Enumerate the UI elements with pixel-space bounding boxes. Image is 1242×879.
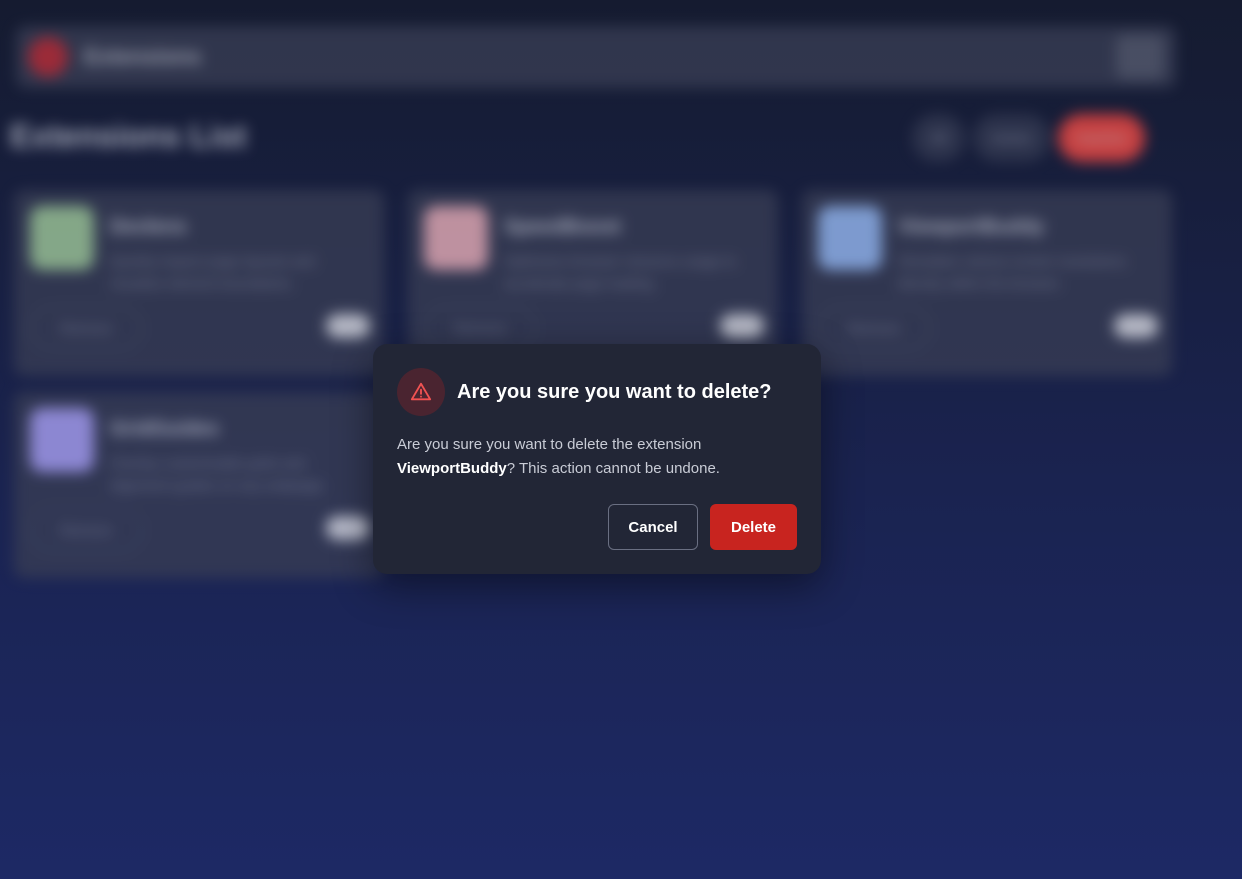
devlens-icon [30, 206, 94, 270]
extension-name: SpeedBoost [504, 216, 621, 238]
extension-description: Optimizes browser resource usage to acce… [504, 253, 736, 291]
remove-button[interactable]: Remove [30, 306, 142, 350]
extension-card: Devlens Quickly inspect page layouts and… [14, 190, 384, 376]
app-title: Extensions [84, 44, 202, 69]
extension-toggle[interactable] [1114, 314, 1158, 338]
extension-name: ViewportBuddy [898, 216, 1045, 238]
filter-group: All Active Inactive [912, 114, 1146, 162]
extension-toggle[interactable] [326, 314, 370, 338]
delete-confirm-dialog: Are you sure you want to delete? Are you… [373, 344, 821, 574]
message-suffix: ? This action cannot be undone. [506, 460, 720, 477]
extension-card: GridGuides Overlay customizable grids an… [14, 392, 384, 578]
remove-button[interactable]: Remove [818, 306, 930, 350]
extension-name-highlight: ViewportBuddy [397, 460, 507, 477]
extension-description: Simulates various screen resolutions dir… [898, 253, 1126, 291]
top-bar: Extensions [16, 26, 1176, 88]
filter-all[interactable]: All [912, 114, 965, 162]
warning-icon-badge [397, 368, 445, 416]
gridguides-icon [30, 408, 94, 472]
dialog-header: Are you sure you want to delete? [397, 368, 797, 416]
dialog-title: Are you sure you want to delete? [457, 380, 772, 403]
extension-toggle[interactable] [720, 314, 764, 338]
extension-toggle[interactable] [326, 516, 370, 540]
extension-name: GridGuides [110, 418, 219, 440]
message-prefix: Are you sure you want to delete the exte… [397, 436, 702, 453]
cancel-button[interactable]: Cancel [608, 504, 698, 550]
extension-description: Quickly inspect page layouts and visuali… [110, 253, 315, 291]
filter-active[interactable]: Active [972, 114, 1050, 162]
app-logo [28, 37, 68, 77]
dialog-actions: Cancel Delete [608, 504, 797, 550]
theme-toggle-button[interactable] [1116, 35, 1164, 79]
extension-description: Overlay customizable grids and alignment… [110, 455, 327, 493]
delete-button[interactable]: Delete [710, 504, 797, 550]
warning-icon [410, 382, 432, 401]
remove-button[interactable]: Remove [30, 508, 142, 552]
page-title: Extensions List [10, 118, 247, 154]
dialog-message: Are you sure you want to delete the exte… [397, 433, 797, 481]
extension-card: ViewportBuddy Simulates various screen r… [802, 190, 1172, 376]
filter-inactive[interactable]: Inactive [1057, 114, 1146, 162]
speedboost-icon [424, 206, 488, 270]
extension-name: Devlens [110, 216, 187, 238]
viewportbuddy-icon [818, 206, 882, 270]
